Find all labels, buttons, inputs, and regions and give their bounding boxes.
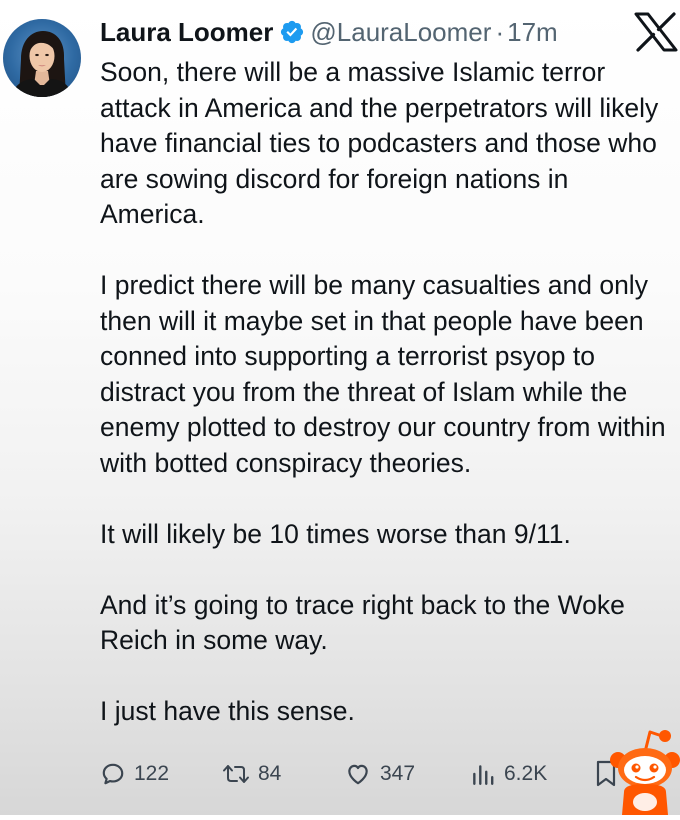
tweet-action-bar: 122 84 347 6.2K xyxy=(100,757,680,791)
tweet-paragraph: I just have this sense. xyxy=(100,696,355,726)
reddit-snoo-watermark-icon xyxy=(602,724,680,815)
author-handle[interactable]: @LauraLoomer xyxy=(310,17,491,48)
tweet-text: Soon, there will be a massive Islamic te… xyxy=(100,55,678,730)
tweet-paragraph: It will likely be 10 times worse than 9/… xyxy=(100,518,571,549)
verified-badge-icon xyxy=(279,19,305,45)
reply-button[interactable]: 122 xyxy=(100,757,169,791)
tweet-header: Laura Loomer @LauraLoomer · 17m xyxy=(100,13,558,51)
views-icon xyxy=(473,765,494,785)
profile-photo xyxy=(11,31,73,97)
reply-count: 122 xyxy=(134,762,170,785)
views-count: 6.2K xyxy=(504,762,548,785)
tweet-paragraph: Soon, there will be a massive Islamic te… xyxy=(100,57,659,229)
like-button[interactable]: 347 xyxy=(344,757,415,791)
views-button[interactable]: 6.2K xyxy=(470,757,547,791)
reply-icon xyxy=(102,763,124,785)
x-logo-icon[interactable] xyxy=(634,12,678,52)
author-avatar[interactable] xyxy=(3,19,81,97)
tweet-timestamp[interactable]: 17m xyxy=(507,17,558,48)
repost-button[interactable]: 84 xyxy=(222,757,281,791)
like-count: 347 xyxy=(380,762,416,785)
repost-icon xyxy=(223,765,249,783)
like-icon xyxy=(348,764,368,785)
tweet-paragraph: And it’s going to trace right back to th… xyxy=(100,589,625,656)
repost-count: 84 xyxy=(258,762,282,785)
tweet-paragraph: I predict there will be many casualties … xyxy=(100,270,666,478)
author-display-name[interactable]: Laura Loomer xyxy=(100,17,273,48)
header-separator: · xyxy=(495,16,505,47)
